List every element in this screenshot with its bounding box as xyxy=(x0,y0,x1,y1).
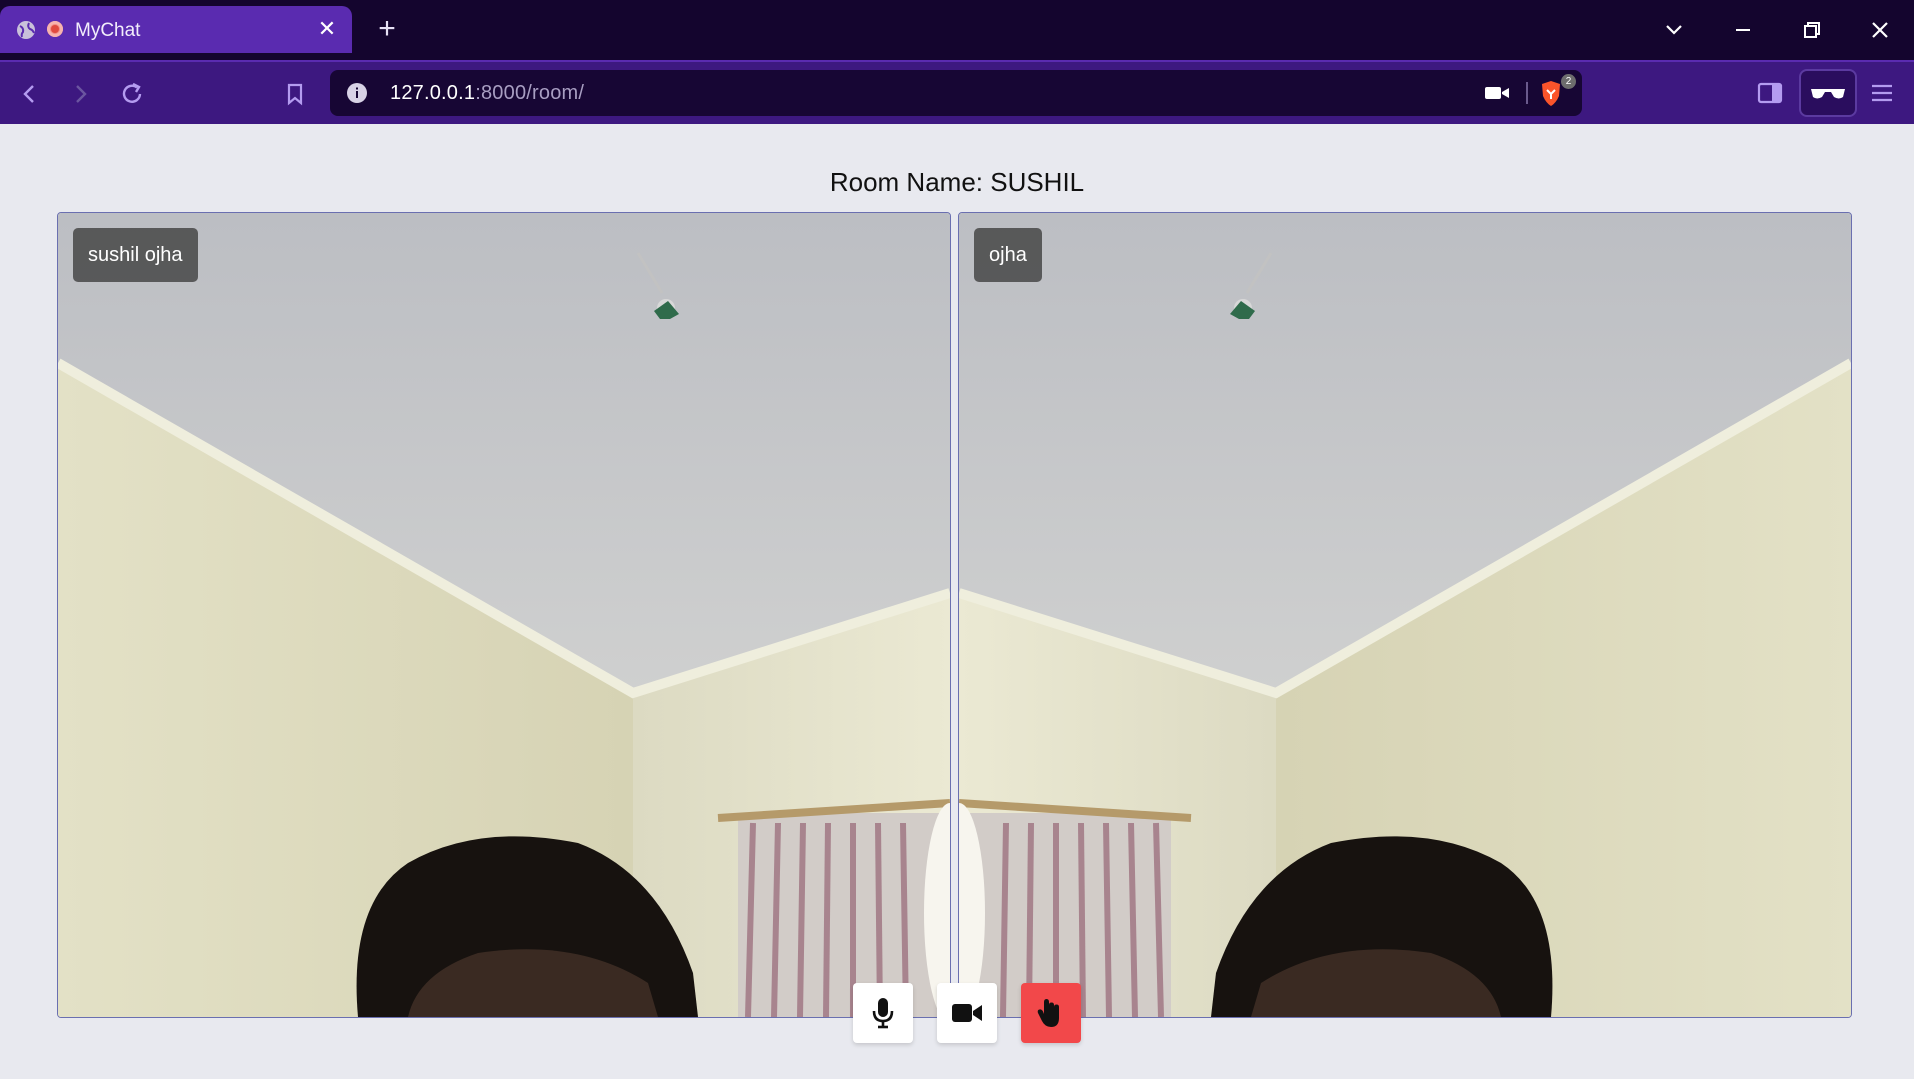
close-window-icon[interactable] xyxy=(1864,14,1896,46)
back-icon[interactable] xyxy=(14,78,46,110)
participant-name-badge: sushil ojha xyxy=(73,228,198,282)
mic-toggle-button[interactable] xyxy=(853,983,913,1043)
glasses-icon xyxy=(1811,89,1845,99)
bookmark-icon[interactable] xyxy=(279,78,311,110)
url-path: :8000/room/ xyxy=(475,82,585,104)
video-camera-icon xyxy=(952,1004,982,1022)
address-bar[interactable]: 127.0.0.1:8000/room/ 2 xyxy=(330,70,1582,116)
camera-feed xyxy=(959,213,1851,1017)
browser-toolbar: 127.0.0.1:8000/room/ 2 xyxy=(0,60,1914,124)
leo-glasses-button[interactable] xyxy=(1799,69,1857,117)
tab-search-chevron-icon[interactable] xyxy=(1658,14,1690,46)
hand-icon xyxy=(1037,999,1059,1027)
reload-icon[interactable] xyxy=(116,78,148,110)
recording-indicator-icon xyxy=(47,21,63,37)
camera-in-use-icon[interactable] xyxy=(1484,83,1510,103)
camera-feed xyxy=(58,213,950,1017)
tab-bar: MyChat ✕ + xyxy=(0,0,1914,60)
url-host: 127.0.0.1 xyxy=(390,82,476,104)
tab-mychat[interactable]: MyChat ✕ xyxy=(0,6,352,53)
minimize-icon[interactable] xyxy=(1727,14,1759,46)
leave-call-button[interactable] xyxy=(1021,983,1081,1043)
address-bar-divider xyxy=(1526,82,1528,104)
tab-title: MyChat xyxy=(75,20,141,41)
microphone-icon xyxy=(872,998,894,1029)
site-info-icon[interactable] xyxy=(346,82,368,104)
restore-icon[interactable] xyxy=(1796,14,1828,46)
sidebar-toggle-icon[interactable] xyxy=(1756,79,1784,107)
room-name-heading: Room Name: SUSHIL xyxy=(829,167,1085,198)
shields-count-badge: 2 xyxy=(1561,74,1576,89)
participant-name-badge: ojha xyxy=(974,228,1042,282)
tab-close-button[interactable]: ✕ xyxy=(314,16,340,42)
url-text: 127.0.0.1:8000/room/ xyxy=(390,82,584,105)
video-tile-remote: ojha xyxy=(958,212,1852,1018)
new-tab-button[interactable]: + xyxy=(372,14,402,44)
forward-icon[interactable] xyxy=(64,78,96,110)
camera-toggle-button[interactable] xyxy=(937,983,997,1043)
hamburger-menu-icon[interactable] xyxy=(1868,80,1896,106)
video-tile-local: sushil ojha xyxy=(57,212,951,1018)
globe-icon xyxy=(17,21,35,39)
